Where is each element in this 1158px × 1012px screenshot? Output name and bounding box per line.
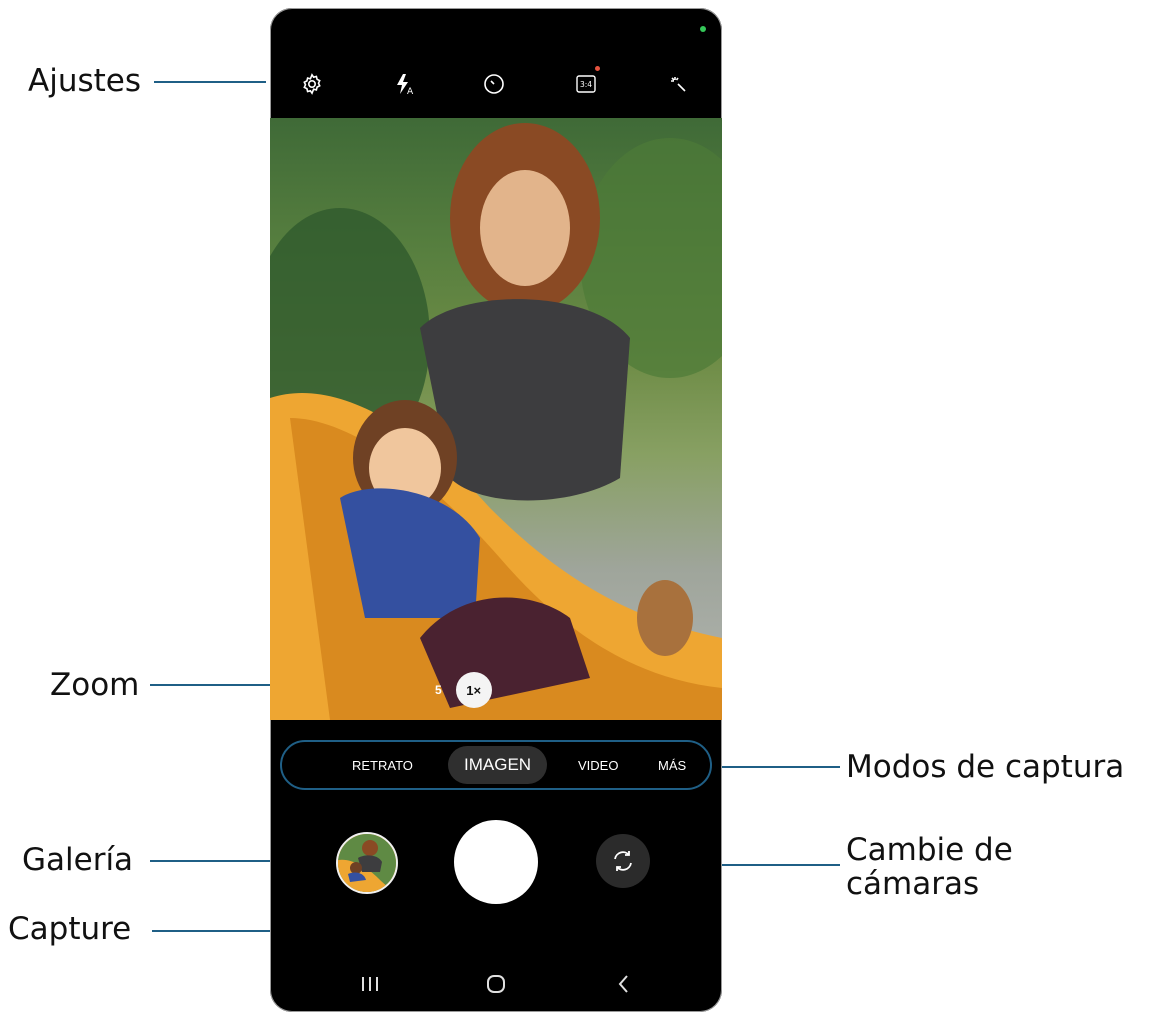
phone-screen: A 3:4 5 1× RETRATO IMAGEN VIDEO MÁS xyxy=(270,8,722,1012)
callout-gallery-label: Galería xyxy=(22,842,134,878)
svg-text:A: A xyxy=(407,87,414,96)
zoom-5x-button[interactable]: 5 xyxy=(435,683,442,697)
mode-mas[interactable]: MÁS xyxy=(658,742,686,788)
zoom-controls: 5 1× xyxy=(435,670,492,710)
camera-top-toolbar: A 3:4 xyxy=(270,62,722,106)
callout-settings-label: Ajustes xyxy=(28,63,141,99)
status-indicator-dot xyxy=(700,26,706,32)
callout-zoom-label: Zoom xyxy=(50,667,140,703)
mode-imagen[interactable]: IMAGEN xyxy=(448,746,548,784)
callout-capture-label: Capture xyxy=(8,911,132,947)
settings-gear-icon[interactable] xyxy=(292,62,332,106)
home-icon[interactable] xyxy=(472,960,520,1008)
flash-auto-icon[interactable]: A xyxy=(384,62,424,106)
svg-text:3:4: 3:4 xyxy=(580,80,592,89)
gallery-thumbnail[interactable] xyxy=(336,832,398,894)
camera-viewfinder[interactable]: 5 1× xyxy=(270,118,722,720)
system-navigation-bar xyxy=(270,960,722,1008)
shooting-modes-bar: RETRATO IMAGEN VIDEO MÁS xyxy=(280,740,712,790)
callout-settings-line xyxy=(154,81,266,83)
back-icon[interactable] xyxy=(600,960,648,1008)
mode-retrato[interactable]: RETRATO xyxy=(352,742,413,788)
callout-modes-line xyxy=(710,766,840,768)
timer-icon[interactable] xyxy=(474,62,514,106)
callout-switch-cameras-label: Cambie de cámaras xyxy=(846,832,1013,902)
mode-video[interactable]: VIDEO xyxy=(578,742,618,788)
switch-camera-button[interactable] xyxy=(596,834,650,888)
effects-icon[interactable] xyxy=(658,62,698,106)
zoom-1x-button[interactable]: 1× xyxy=(455,672,492,708)
callout-modes-label: Modos de captura xyxy=(846,749,1125,785)
capture-shutter-button[interactable] xyxy=(454,820,538,904)
switch-camera-icon xyxy=(614,851,632,871)
viewfinder-scene xyxy=(270,123,722,720)
recent-apps-icon[interactable] xyxy=(346,960,394,1008)
aspect-ratio-icon[interactable]: 3:4 xyxy=(566,62,606,106)
notification-dot xyxy=(595,66,600,71)
